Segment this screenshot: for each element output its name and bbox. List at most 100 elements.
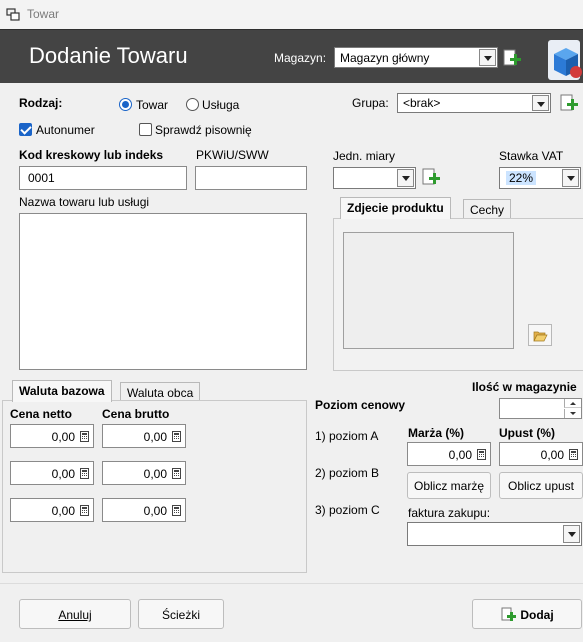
upust-label: Upust (%) (499, 426, 555, 440)
towar-radio-label[interactable]: Towar (136, 98, 168, 112)
poziom-b-label: 2) poziom B (315, 466, 380, 480)
tab-zdjecie-label: Zdjecie produktu (347, 201, 444, 215)
chevron-down-icon[interactable] (532, 95, 549, 111)
tab-waluta-bazowa-label: Waluta bazowa (19, 384, 105, 398)
autonumer-checkbox[interactable] (19, 123, 32, 136)
poziom-c-label: 3) poziom C (315, 503, 380, 517)
faktura-select[interactable] (407, 522, 582, 546)
tab-waluta-obca-label: Waluta obca (127, 386, 194, 400)
calculator-icon[interactable] (172, 431, 181, 442)
oblicz-upust-label: Oblicz upust (507, 479, 575, 493)
calculator-icon[interactable] (80, 505, 89, 516)
window-titlebar: Towar (0, 0, 583, 29)
cena-brutto-b-value: 0,00 (143, 467, 167, 481)
dodaj-button[interactable]: Dodaj (472, 599, 582, 629)
chevron-down-icon[interactable] (479, 49, 496, 66)
tab-waluta-bazowa[interactable]: Waluta bazowa (12, 380, 112, 402)
cena-brutto-b[interactable]: 0,00 (102, 461, 186, 485)
nazwa-textarea[interactable] (19, 213, 307, 370)
oblicz-marze-button[interactable]: Oblicz marżę (407, 472, 491, 499)
vat-select[interactable]: 22% (499, 167, 581, 189)
kod-input[interactable]: 0001 (19, 166, 187, 190)
cena-brutto-a[interactable]: 0,00 (102, 424, 186, 448)
open-image-button[interactable] (528, 324, 552, 346)
cena-brutto-c[interactable]: 0,00 (102, 498, 186, 522)
anuluj-label: Anuluj (58, 608, 92, 622)
magazyn-select[interactable]: Magazyn główny (334, 47, 498, 68)
usluga-radio[interactable] (186, 98, 199, 111)
jedn-label: Jedn. miary (333, 149, 396, 163)
spellcheck-label[interactable]: Sprawdź pisownię (155, 123, 252, 137)
sciezki-label: Ścieżki (161, 608, 200, 622)
upust-value: 0,00 (540, 448, 564, 462)
product-image-box (343, 232, 514, 349)
kod-label: Kod kreskowy lub indeks (19, 148, 164, 162)
spin-up-icon[interactable] (564, 399, 581, 408)
app-window-icon (6, 8, 20, 21)
cena-netto-b-value: 0,00 (51, 467, 75, 481)
cena-brutto-c-value: 0,00 (143, 504, 167, 518)
chevron-down-icon[interactable] (562, 169, 579, 187)
calculator-icon[interactable] (80, 468, 89, 479)
poziom-a-label: 1) poziom A (315, 429, 379, 443)
grupa-value: <brak> (403, 96, 441, 110)
marza-value: 0,00 (448, 448, 472, 462)
jedn-select[interactable] (333, 167, 416, 189)
window-title: Towar (27, 7, 60, 21)
vat-label: Stawka VAT (499, 149, 564, 163)
faktura-label: faktura zakupu: (408, 506, 491, 520)
kod-value: 0001 (28, 171, 55, 185)
chevron-down-icon[interactable] (563, 525, 580, 543)
cena-netto-a-value: 0,00 (51, 430, 75, 444)
cena-brutto-label: Cena brutto (102, 407, 170, 421)
pkwiu-input[interactable] (195, 166, 307, 190)
cena-netto-c[interactable]: 0,00 (10, 498, 94, 522)
marza-label: Marża (%) (408, 426, 465, 440)
ilosc-spinner[interactable] (499, 398, 582, 419)
spellcheck-checkbox[interactable] (139, 123, 152, 136)
oblicz-upust-button[interactable]: Oblicz upust (499, 472, 583, 499)
sciezki-button[interactable]: Ścieżki (138, 599, 224, 629)
towar-radio[interactable] (119, 98, 132, 111)
oblicz-marze-label: Oblicz marżę (413, 479, 484, 493)
marza-input[interactable]: 0,00 (407, 442, 491, 466)
tab-cechy[interactable]: Cechy (463, 199, 512, 219)
dodaj-label: Dodaj (520, 608, 554, 622)
vat-value: 22% (506, 171, 537, 185)
anuluj-button[interactable]: Anuluj (19, 599, 131, 629)
calculator-icon[interactable] (172, 468, 181, 479)
cena-netto-label: Cena netto (10, 407, 73, 421)
add-jednostka-icon[interactable] (421, 168, 441, 188)
autonumer-label[interactable]: Autonumer (36, 123, 95, 137)
upust-input[interactable]: 0,00 (499, 442, 583, 466)
calculator-icon[interactable] (80, 431, 89, 442)
tab-zdjecie-produktu[interactable]: Zdjecie produktu (340, 197, 451, 219)
product-tab-panel (333, 218, 583, 371)
magazyn-value: Magazyn główny (340, 51, 430, 65)
cena-netto-b[interactable]: 0,00 (10, 461, 94, 485)
dialog-header: Dodanie Towaru Magazyn: Magazyn główny (0, 29, 583, 83)
cena-netto-a[interactable]: 0,00 (10, 424, 94, 448)
calculator-icon[interactable] (569, 449, 578, 460)
usluga-radio-label[interactable]: Usługa (202, 98, 239, 112)
magazyn-label: Magazyn: (274, 51, 327, 65)
grupa-select[interactable]: <brak> (397, 93, 551, 113)
add-magazyn-icon[interactable] (502, 49, 522, 69)
tab-waluta-obca[interactable]: Waluta obca (120, 382, 201, 402)
chevron-down-icon[interactable] (397, 169, 414, 187)
cena-brutto-a-value: 0,00 (143, 430, 167, 444)
nazwa-label: Nazwa towaru lub usługi (19, 195, 150, 209)
add-grupa-icon[interactable] (559, 94, 579, 114)
poziom-label: Poziom cenowy (315, 398, 406, 412)
spin-down-icon[interactable] (564, 409, 581, 418)
calculator-icon[interactable] (172, 505, 181, 516)
folder-open-icon (533, 331, 548, 342)
calculator-icon[interactable] (477, 449, 486, 460)
footer-divider (0, 583, 583, 584)
tab-cechy-label: Cechy (470, 203, 505, 217)
grupa-label: Grupa: (352, 96, 389, 110)
boxes-logo-icon (548, 40, 582, 80)
rodzaj-label: Rodzaj: (19, 96, 63, 110)
pkwiu-label: PKWiU/SWW (196, 148, 269, 162)
page-title: Dodanie Towaru (29, 43, 188, 68)
